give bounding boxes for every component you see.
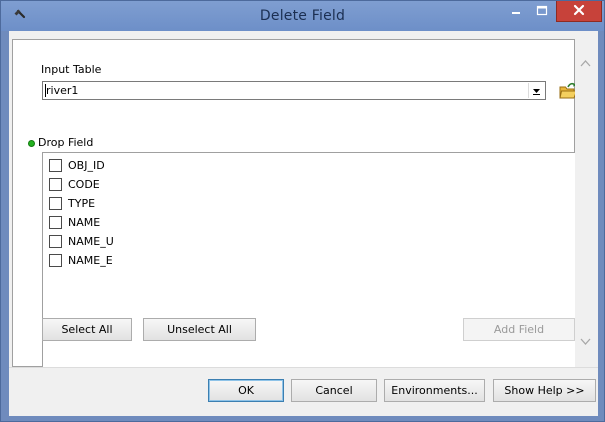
environments-button[interactable]: Environments... (384, 379, 485, 402)
cancel-button[interactable]: Cancel (291, 379, 377, 402)
field-name: OBJ_ID (68, 159, 105, 172)
input-table-value: river1 (46, 84, 79, 97)
field-checkbox[interactable] (49, 178, 62, 191)
unselect-all-button[interactable]: Unselect All (143, 318, 256, 341)
parameters-panel: Input Table river1 Drop Field OBJ_ID COD… (12, 39, 578, 370)
add-field-button[interactable]: Add Field (463, 318, 575, 341)
field-checkbox[interactable] (49, 235, 62, 248)
minimize-icon (512, 12, 520, 14)
close-icon (573, 4, 585, 16)
field-checkbox[interactable] (49, 216, 62, 229)
close-button[interactable] (556, 1, 602, 22)
title-bar[interactable]: Delete Field (1, 1, 604, 31)
drop-field-label: Drop Field (38, 136, 94, 149)
dialog-body: Input Table river1 Drop Field OBJ_ID COD… (9, 31, 598, 416)
vertical-scrollbar[interactable] (575, 39, 596, 367)
input-table-label: Input Table (41, 63, 102, 76)
input-table-combobox[interactable]: river1 (42, 81, 546, 100)
field-name: TYPE (68, 197, 96, 210)
button-bar: OK Cancel Environments... Show Help >> (9, 367, 598, 416)
field-checkbox[interactable] (49, 254, 62, 267)
scroll-arrows (580, 60, 591, 345)
dropdown-triangle (533, 89, 540, 95)
select-all-button[interactable]: Select All (42, 318, 132, 341)
dropdown-arrow-icon[interactable] (528, 83, 544, 98)
delete-field-dialog: Delete Field Input Table river1 Drop Fie… (0, 0, 605, 422)
maximize-button[interactable] (529, 1, 555, 21)
field-name: NAME (68, 216, 101, 229)
field-name: NAME_E (68, 254, 113, 267)
ok-button[interactable]: OK (208, 379, 284, 402)
field-name: CODE (68, 178, 100, 191)
required-indicator-icon (28, 140, 35, 147)
show-help-button[interactable]: Show Help >> (493, 379, 596, 402)
field-checkbox[interactable] (49, 159, 62, 172)
field-name: NAME_U (68, 235, 114, 248)
maximize-icon (536, 5, 548, 16)
minimize-button[interactable] (503, 1, 529, 21)
field-checkbox[interactable] (49, 197, 62, 210)
